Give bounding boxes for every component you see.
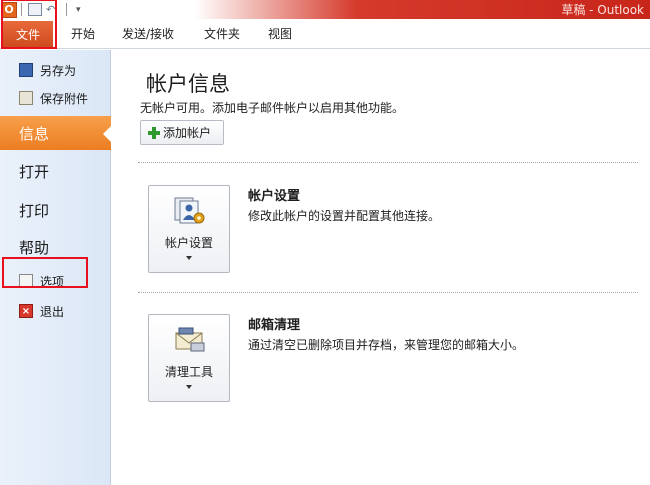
section-divider [138,162,638,163]
customize-arrow-icon[interactable]: ▾ [76,5,81,15]
file-tab-highlight [1,0,57,49]
sidebar-item-label: 帮助 [19,238,50,257]
sidebar-item-label: 保存附件 [40,91,89,106]
save-as-icon [19,63,33,77]
sidebar-item-save-attachments[interactable]: 保存附件 [0,86,111,110]
account-settings-icon [174,197,205,224]
sidebar-item-print[interactable]: 打印 [0,193,111,227]
sidebar-item-label: 打印 [19,201,50,220]
mailbox-cleanup-icon [175,327,205,352]
add-account-label: 添加帐户 [163,126,212,140]
account-settings-button[interactable]: 帐户设置 [148,185,230,273]
save-attachments-icon [19,91,33,105]
add-account-button[interactable]: 添加帐户 [140,120,224,145]
page-title: 帐户信息 [146,72,230,96]
cleanup-tools-label: 清理工具 [164,365,213,379]
sidebar-item-save-as[interactable]: 另存为 [0,58,111,82]
account-settings-description: 修改此帐户的设置并配置其他连接。 [248,209,441,223]
toolbar-divider [66,3,67,16]
tab-view[interactable]: 视图 [268,25,292,42]
title-bar: O ↶ ▾ 草稿 - Outlook [0,0,650,19]
exit-icon: × [19,304,33,318]
options-highlight [2,257,88,288]
mailbox-cleanup-description: 通过清空已删除项目并存档，来管理您的邮箱大小。 [248,338,525,352]
sidebar-item-label: 另存为 [40,63,77,78]
tab-send-receive[interactable]: 发送/接收 [122,25,174,42]
sidebar-item-label: 信息 [19,124,50,143]
chevron-down-icon [186,385,192,389]
chevron-down-icon [186,256,192,260]
account-settings-title: 帐户设置 [248,189,301,204]
sidebar-item-info[interactable]: 信息 [0,116,112,150]
sidebar-item-label: 退出 [40,304,65,319]
cleanup-tools-button[interactable]: 清理工具 [148,314,230,402]
account-info-panel: 帐户信息 无帐户可用。添加电子邮件帐户以启用其他功能。 添加帐户 帐户设置 帐户… [112,50,650,485]
ribbon-tabs: 文件 开始 发送/接收 文件夹 视图 [0,19,650,49]
page-subtitle: 无帐户可用。添加电子邮件帐户以启用其他功能。 [140,101,405,115]
sidebar-item-exit[interactable]: × 退出 [0,299,111,323]
account-settings-label: 帐户设置 [164,236,213,250]
sidebar-item-label: 打开 [19,162,50,181]
section-divider [138,292,638,293]
sidebar-item-open[interactable]: 打开 [0,154,111,188]
tab-home[interactable]: 开始 [71,25,95,42]
plus-icon [148,126,160,139]
active-indicator [103,125,112,143]
mailbox-cleanup-title: 邮箱清理 [248,318,301,333]
tab-folder[interactable]: 文件夹 [204,25,240,42]
window-title: 草稿 - Outlook [561,3,644,17]
